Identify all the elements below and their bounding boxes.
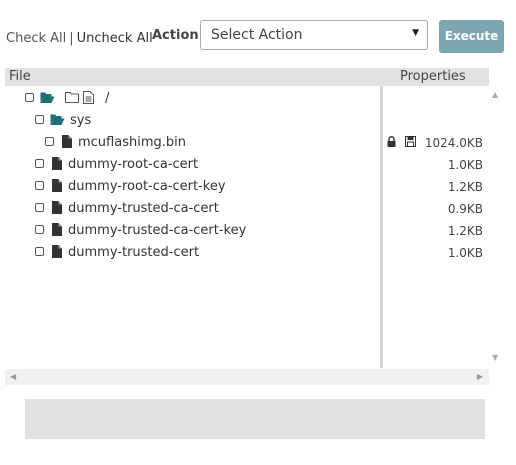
folder-open-icon[interactable]: [50, 113, 65, 130]
file-size: 1.2KB: [447, 224, 483, 238]
tree-item-label: dummy-root-ca-cert-key: [68, 179, 226, 194]
scroll-right-icon[interactable]: ▶: [477, 372, 483, 381]
tree-item-label: sys: [70, 113, 92, 128]
file-icon[interactable]: [52, 179, 62, 196]
property-row: 1024.0KB: [383, 133, 483, 153]
tree-item-root[interactable]: /: [25, 89, 225, 109]
tree-item-label: dummy-trusted-cert: [68, 245, 200, 260]
dropdown-arrow-icon: ▼: [412, 28, 419, 38]
tree-checkbox[interactable]: [35, 247, 44, 256]
tree-checkbox[interactable]: [35, 225, 44, 234]
file-size: 0.9KB: [447, 202, 483, 216]
file-size: 1024.0KB: [424, 136, 483, 150]
file-icon[interactable]: [62, 135, 72, 152]
file-icon[interactable]: [52, 157, 62, 174]
tree-item-file[interactable]: dummy-trusted-ca-cert: [35, 199, 335, 219]
file-icon[interactable]: [52, 223, 62, 240]
property-row: 1.0KB: [383, 155, 483, 175]
tree-checkbox[interactable]: [35, 159, 44, 168]
tree-item-sys[interactable]: sys: [35, 111, 235, 131]
lock-icon: [387, 136, 396, 150]
file-size: 1.2KB: [447, 180, 483, 194]
tree-checkbox[interactable]: [25, 93, 34, 102]
column-header-row: File Properties: [5, 68, 489, 86]
check-links: Check All | Uncheck All: [6, 31, 153, 46]
scroll-left-icon[interactable]: ◀: [10, 372, 16, 381]
action-select[interactable]: Select Action ▼: [200, 20, 428, 50]
vertical-scrollbar[interactable]: ▲ ▼: [489, 86, 503, 368]
uncheck-all-link[interactable]: Uncheck All: [77, 31, 153, 46]
tree-item-file[interactable]: mcuflashimg.bin: [45, 133, 345, 153]
tree-item-label: dummy-trusted-ca-cert: [68, 201, 219, 216]
property-row: 1.2KB: [383, 221, 483, 241]
folder-icon[interactable]: [65, 91, 79, 107]
tree-item-label: mcuflashimg.bin: [78, 135, 186, 150]
horizontal-scrollbar[interactable]: ◀ ▶: [5, 369, 489, 385]
action-select-value: Select Action: [211, 27, 303, 43]
tree-item-label: /: [105, 91, 110, 106]
action-label: Action:: [152, 28, 204, 43]
status-panel: [25, 399, 485, 439]
property-row: 1.0KB: [383, 243, 483, 263]
tree-item-file[interactable]: dummy-trusted-cert: [35, 243, 335, 263]
tree-checkbox[interactable]: [45, 137, 54, 146]
tree-checkbox[interactable]: [35, 203, 44, 212]
property-row: 1.2KB: [383, 177, 483, 197]
tree-checkbox[interactable]: [35, 181, 44, 190]
folder-open-icon[interactable]: [40, 91, 55, 108]
tree-item-file[interactable]: dummy-root-ca-cert: [35, 155, 335, 175]
file-icon[interactable]: [52, 245, 62, 262]
column-header-file: File: [9, 69, 31, 84]
file-size: 1.0KB: [447, 158, 483, 172]
file-icon[interactable]: [52, 201, 62, 218]
file-tree: / sys mcuflashimg.bin dummy-root-ca-cert…: [5, 86, 380, 368]
save-disk-icon: [405, 136, 416, 150]
file-size: 1.0KB: [447, 246, 483, 260]
tree-item-label: dummy-root-ca-cert: [68, 157, 199, 172]
toolbar: Check All | Uncheck All Action: Select Act…: [0, 0, 516, 66]
execute-button[interactable]: Execute: [439, 20, 504, 53]
check-all-link[interactable]: Check All: [6, 31, 66, 46]
tree-item-label: dummy-trusted-ca-cert-key: [68, 223, 247, 238]
tree-item-file[interactable]: dummy-root-ca-cert-key: [35, 177, 335, 197]
check-separator: |: [69, 31, 74, 46]
document-icon[interactable]: [83, 91, 94, 108]
tree-checkbox[interactable]: [35, 115, 44, 124]
property-row: 0.9KB: [383, 199, 483, 219]
properties-pane: 1024.0KB 1.0KB 1.2KB 0.9KB 1.2KB 1.0KB: [383, 86, 487, 368]
scroll-up-icon[interactable]: ▲: [492, 90, 498, 99]
scroll-down-icon[interactable]: ▼: [492, 353, 498, 362]
column-header-properties: Properties: [400, 69, 466, 84]
tree-item-file[interactable]: dummy-trusted-ca-cert-key: [35, 221, 335, 241]
